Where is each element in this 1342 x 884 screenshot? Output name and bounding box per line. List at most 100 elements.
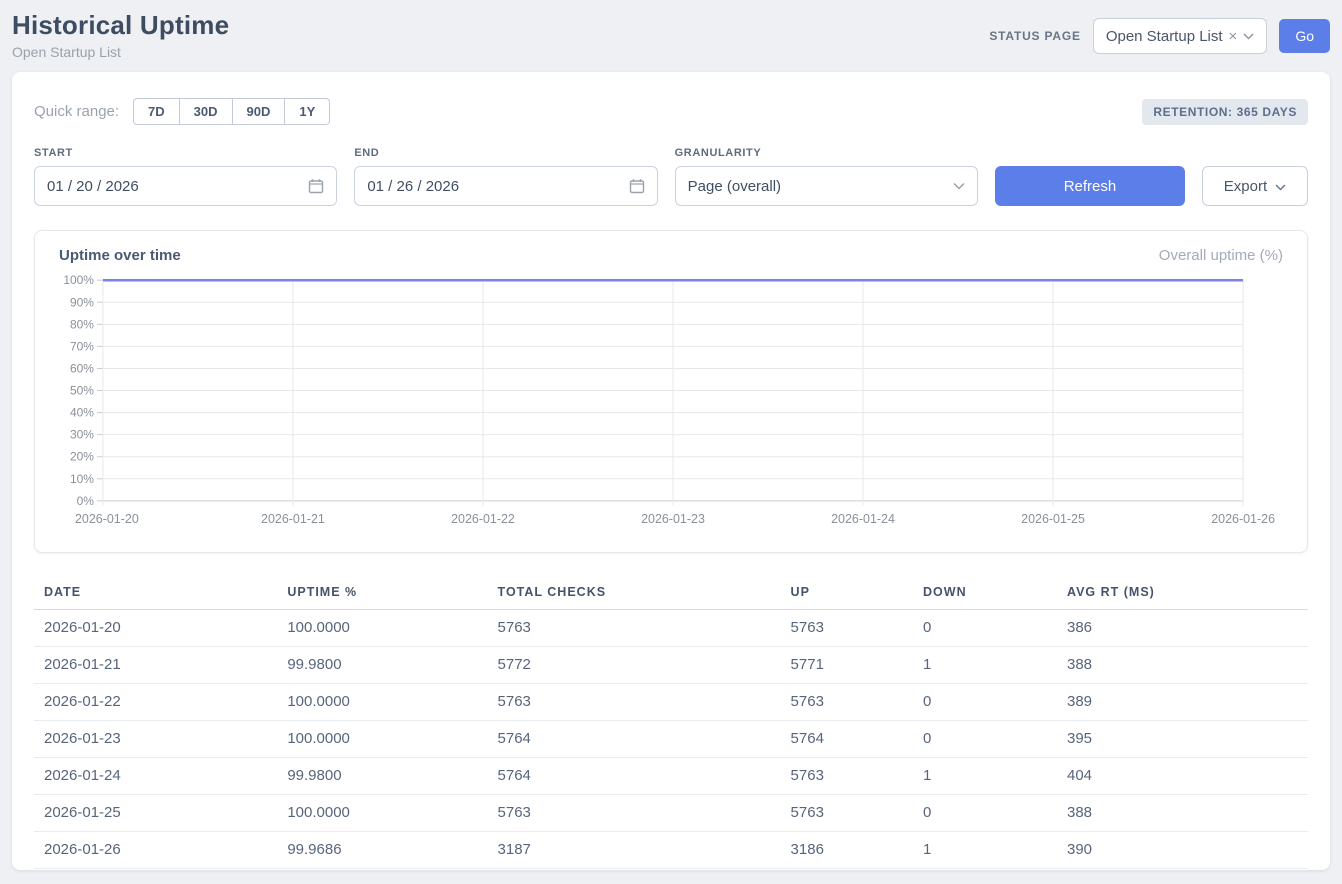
start-date-input[interactable]: 01 / 20 / 2026 (34, 166, 337, 206)
column-header: DATE (34, 577, 277, 610)
table-row: 2026-01-2699.9686318731861390 (34, 832, 1308, 869)
chart-legend: Overall uptime (%) (1159, 247, 1283, 264)
table-cell: 5763 (781, 610, 913, 647)
table-row: 2026-01-2199.9800577257711388 (34, 647, 1308, 684)
clear-icon[interactable]: × (1229, 28, 1238, 45)
table-cell: 2026-01-20 (34, 610, 277, 647)
table-cell: 395 (1057, 721, 1308, 758)
title-block: Historical Uptime Open Startup List (12, 10, 229, 60)
column-header: UP (781, 577, 913, 610)
svg-text:2026-01-20: 2026-01-20 (75, 512, 139, 526)
granularity-label: GRANULARITY (675, 147, 978, 159)
table-cell: 99.9800 (277, 758, 487, 795)
svg-text:20%: 20% (70, 450, 94, 464)
chart-header: Uptime over time Overall uptime (%) (59, 247, 1283, 264)
go-button[interactable]: Go (1279, 19, 1330, 53)
table-cell: 5771 (781, 647, 913, 684)
end-date-input[interactable]: 01 / 26 / 2026 (354, 166, 657, 206)
table-cell: 100.0000 (277, 721, 487, 758)
svg-text:10%: 10% (70, 472, 94, 486)
table-cell: 5764 (488, 721, 781, 758)
chevron-down-icon (953, 182, 965, 190)
main-card: Quick range: 7D 30D 90D 1Y RETENTION: 36… (12, 72, 1330, 870)
table-row: 2026-01-25100.0000576357630388 (34, 795, 1308, 832)
table-cell: 1 (913, 832, 1057, 869)
table-cell: 3186 (781, 832, 913, 869)
end-date-group: END 01 / 26 / 2026 (354, 147, 657, 206)
quick-range-1y-button[interactable]: 1Y (284, 98, 330, 125)
table-cell: 0 (913, 684, 1057, 721)
table-cell: 404 (1057, 758, 1308, 795)
table-cell: 100.0000 (277, 684, 487, 721)
table-header: DATEUPTIME %TOTAL CHECKSUPDOWNAVG RT (MS… (34, 577, 1308, 610)
granularity-select[interactable]: Page (overall) (675, 166, 978, 206)
svg-text:90%: 90% (70, 295, 94, 309)
page-subtitle: Open Startup List (12, 44, 229, 60)
svg-text:40%: 40% (70, 406, 94, 420)
table-cell: 5763 (781, 684, 913, 721)
end-date-value: 01 / 26 / 2026 (367, 178, 459, 195)
granularity-group: GRANULARITY Page (overall) (675, 147, 978, 206)
refresh-button[interactable]: Refresh (995, 166, 1185, 206)
table-cell: 1 (913, 758, 1057, 795)
chevron-down-icon (1275, 178, 1286, 195)
table-cell: 5763 (488, 795, 781, 832)
page-title: Historical Uptime (12, 10, 229, 41)
table-cell: 2026-01-24 (34, 758, 277, 795)
quick-range-30d-button[interactable]: 30D (179, 98, 233, 125)
start-date-value: 01 / 20 / 2026 (47, 178, 139, 195)
quick-range-7d-button[interactable]: 7D (133, 98, 180, 125)
svg-text:2026-01-23: 2026-01-23 (641, 512, 705, 526)
table-cell: 388 (1057, 647, 1308, 684)
quick-range-label: Quick range: (34, 103, 119, 120)
svg-text:0%: 0% (77, 494, 95, 508)
page-header: Historical Uptime Open Startup List STAT… (0, 0, 1342, 66)
status-page-select[interactable]: Open Startup List × (1093, 18, 1268, 54)
calendar-icon[interactable] (308, 178, 324, 194)
table-cell: 0 (913, 795, 1057, 832)
export-button-label: Export (1224, 178, 1267, 195)
svg-text:60%: 60% (70, 361, 94, 375)
table-cell: 389 (1057, 684, 1308, 721)
table-cell: 5763 (488, 684, 781, 721)
table-row: 2026-01-2499.9800576457631404 (34, 758, 1308, 795)
table-cell: 390 (1057, 832, 1308, 869)
table-cell: 100.0000 (277, 610, 487, 647)
table-cell: 2026-01-25 (34, 795, 277, 832)
svg-text:100%: 100% (63, 274, 94, 287)
uptime-chart: 0%10%20%30%40%50%60%70%80%90%100%2026-01… (59, 274, 1283, 542)
column-header: DOWN (913, 577, 1057, 610)
calendar-icon[interactable] (629, 178, 645, 194)
chart-card: Uptime over time Overall uptime (%) 0% 10… (34, 230, 1308, 553)
table-row: 2026-01-20100.0000576357630386 (34, 610, 1308, 647)
header-controls: STATUS PAGE Open Startup List × Go (989, 18, 1330, 54)
svg-text:2026-01-21: 2026-01-21 (261, 512, 325, 526)
table-cell: 2026-01-23 (34, 721, 277, 758)
table-cell: 100.0000 (277, 795, 487, 832)
export-button[interactable]: Export (1202, 166, 1308, 206)
column-header: AVG RT (MS) (1057, 577, 1308, 610)
table-cell: 5763 (488, 610, 781, 647)
table-cell: 1 (913, 647, 1057, 684)
retention-badge: RETENTION: 365 DAYS (1142, 99, 1308, 125)
controls-row: START 01 / 20 / 2026 END 01 / 26 / 2026 … (34, 147, 1308, 206)
svg-text:80%: 80% (70, 317, 94, 331)
table-cell: 2026-01-26 (34, 832, 277, 869)
table-cell: 5772 (488, 647, 781, 684)
table-cell: 0 (913, 721, 1057, 758)
granularity-selected-value: Page (overall) (688, 178, 781, 195)
quick-range-group: 7D 30D 90D 1Y (133, 98, 330, 125)
svg-text:50%: 50% (70, 384, 94, 398)
chart-title: Uptime over time (59, 247, 181, 264)
table-cell: 5764 (488, 758, 781, 795)
column-header: UPTIME % (277, 577, 487, 610)
table-cell: 3187 (488, 832, 781, 869)
status-page-label: STATUS PAGE (989, 29, 1080, 43)
table-cell: 5763 (781, 795, 913, 832)
table-cell: 2026-01-22 (34, 684, 277, 721)
quick-range-90d-button[interactable]: 90D (232, 98, 286, 125)
chevron-down-icon (1243, 33, 1254, 40)
table-cell: 5764 (781, 721, 913, 758)
column-header: TOTAL CHECKS (488, 577, 781, 610)
table-row: 2026-01-22100.0000576357630389 (34, 684, 1308, 721)
